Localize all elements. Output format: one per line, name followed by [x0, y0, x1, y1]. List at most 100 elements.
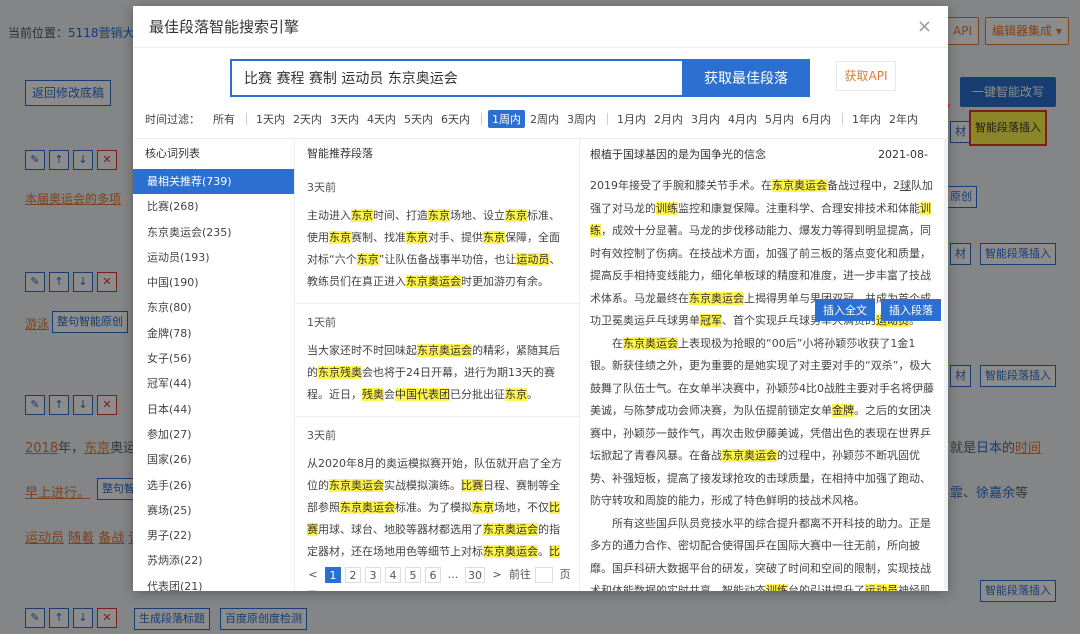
text-segment: 当大家还时不时回味起: [307, 344, 417, 357]
page-button[interactable]: 3: [365, 567, 381, 583]
keyword-item[interactable]: 参加(27): [133, 422, 294, 447]
keyword-highlight: 东京: [505, 388, 527, 401]
insert-paragraph-button[interactable]: 插入段落: [881, 299, 941, 321]
page-button[interactable]: 6: [425, 567, 441, 583]
keyword-item[interactable]: 运动员(193): [133, 245, 294, 270]
keyword-highlight: 东京: [483, 231, 505, 244]
modal-title: 最佳段落智能搜索引擎: [149, 18, 300, 36]
page-jump-input[interactable]: [535, 567, 553, 583]
keyword-highlight: 训练: [766, 584, 788, 591]
text-segment: 在: [590, 336, 623, 350]
text-segment: 。: [538, 545, 549, 558]
keyword-highlight: 中国代表团: [395, 388, 450, 401]
get-best-paragraph-button[interactable]: 获取最佳段落: [682, 59, 810, 97]
time-filter-option[interactable]: 4天内: [364, 111, 399, 127]
paragraph-time: 3天前: [307, 181, 336, 194]
text-segment: 时间、打造: [373, 209, 428, 222]
keyword-highlight: 东京: [329, 231, 351, 244]
paragraph-card[interactable]: 3天前 主动进入东京时间、打造东京场地、设立东京标准、使用东京赛制、找准东京对手、…: [295, 169, 579, 304]
time-filter-option[interactable]: 2月内: [651, 111, 686, 127]
text-segment: 对手、提供: [428, 231, 483, 244]
keyword-item[interactable]: 比赛(268): [133, 194, 294, 219]
keyword-item[interactable]: 男子(22): [133, 523, 294, 548]
text-segment: 赛制、找准: [351, 231, 406, 244]
next-page-button[interactable]: >: [489, 567, 505, 583]
keyword-item[interactable]: 赛场(25): [133, 498, 294, 523]
time-filter-label: 时间过滤：: [145, 113, 200, 126]
text-segment: 场地、设立: [450, 209, 505, 222]
keyword-item[interactable]: 中国(190): [133, 270, 294, 295]
time-filter-option[interactable]: 3周内: [564, 111, 599, 127]
text-segment: 时更加游刃有余。: [461, 275, 549, 288]
filter-separator: [842, 113, 843, 125]
keyword-highlight: 东京: [505, 209, 527, 222]
pagination-ellipsis: ...: [447, 568, 459, 581]
last-page-button[interactable]: 30: [465, 567, 485, 583]
search-bar: 获取最佳段落: [230, 59, 810, 97]
close-icon[interactable]: ×: [917, 16, 932, 37]
paragraph-text: 主动进入东京时间、打造东京场地、设立东京标准、使用东京赛制、找准东京对手、提供东…: [307, 205, 567, 293]
time-filter-option[interactable]: 2周内: [527, 111, 562, 127]
text-segment: 球: [900, 179, 911, 192]
text-segment: 备战过程中，2: [827, 179, 900, 192]
text-segment: 2019年接受了手腕和膝关节手术。在: [590, 179, 772, 192]
keyword-item[interactable]: 日本(44): [133, 397, 294, 422]
filter-separator: [607, 113, 608, 125]
page-button[interactable]: 5: [405, 567, 421, 583]
keyword-item[interactable]: 最相关推荐(739): [133, 169, 294, 195]
time-filter-option[interactable]: 5月内: [762, 111, 797, 127]
page-unit-label: 页: [559, 568, 571, 581]
scrollbar[interactable]: [944, 139, 948, 589]
time-filter-option[interactable]: 1月内: [614, 111, 649, 127]
time-filter-option[interactable]: 1周内: [488, 110, 525, 128]
page-button[interactable]: 4: [385, 567, 401, 583]
page-button[interactable]: 2: [345, 567, 361, 583]
insert-actions: 插入全文 插入段落: [815, 299, 941, 321]
page-button[interactable]: 1: [325, 567, 341, 583]
keyword-highlight: 金牌: [832, 404, 854, 417]
time-filter-option[interactable]: 4月内: [725, 111, 760, 127]
keyword-highlight: 东京奥运会: [689, 291, 744, 305]
time-filter-option[interactable]: 2年内: [886, 111, 921, 127]
time-filter-option[interactable]: 1年内: [849, 111, 884, 127]
text-segment: 场地，不仅: [494, 501, 549, 514]
time-filter-option[interactable]: 6天内: [438, 111, 473, 127]
paragraph-time: 3天前: [307, 429, 336, 442]
time-filter-option[interactable]: 3天内: [327, 111, 362, 127]
keyword-highlight: 东京残奥: [318, 366, 362, 379]
time-filter-option[interactable]: 5天内: [401, 111, 436, 127]
time-filter-option[interactable]: 3月内: [688, 111, 723, 127]
keyword-item[interactable]: 女子(56): [133, 346, 294, 371]
keyword-highlight: 东京奥运会: [722, 449, 777, 462]
keyword-highlight: 比赛: [461, 479, 483, 492]
keyword-highlight: 东京奥运会: [406, 275, 461, 288]
keyword-highlight: 东京奥运会: [483, 523, 538, 536]
keyword-highlight: 训练: [656, 201, 678, 215]
time-filter-option[interactable]: 2天内: [290, 111, 325, 127]
paragraph-card[interactable]: 3天前 从2020年8月的奥运模拟赛开始，队伍就开启了全方位的东京奥运会实战模拟演…: [295, 417, 579, 591]
recommended-paragraphs: 智能推荐段落 3天前 主动进入东京时间、打造东京场地、设立东京标准、使用东京赛制、…: [295, 139, 580, 591]
pagination: < 123456 ... 30 > 前往 页: [305, 567, 573, 583]
keyword-item[interactable]: 代表团(21): [133, 574, 294, 591]
prev-page-button[interactable]: <: [305, 567, 321, 583]
insert-full-text-button[interactable]: 插入全文: [815, 299, 875, 321]
time-filter-option[interactable]: 所有: [210, 111, 238, 127]
keyword-item[interactable]: 东京奥运会(235): [133, 220, 294, 245]
text-segment: 会: [384, 388, 395, 401]
paragraph-card[interactable]: 1天前 当大家还时不时回味起东京奥运会的精彩，紧随其后的东京残奥会也将于24日开幕…: [295, 304, 579, 417]
keyword-item[interactable]: 东京(80): [133, 295, 294, 320]
get-api-button[interactable]: 获取API: [836, 61, 896, 91]
keyword-item[interactable]: 国家(26): [133, 447, 294, 472]
time-filter-option[interactable]: 6月内: [799, 111, 834, 127]
keyword-item[interactable]: 冠军(44): [133, 371, 294, 396]
keyword-item[interactable]: 选手(26): [133, 473, 294, 498]
article-body: 2019年接受了手腕和膝关节手术。在东京奥运会备战过程中，2球队加强了对马龙的训…: [580, 169, 948, 591]
search-input[interactable]: [230, 59, 682, 97]
keyword-item[interactable]: 金牌(78): [133, 321, 294, 346]
keyword-list: 核心词列表 最相关推荐(739) 比赛(268) 东京奥运会(235) 运动员(193…: [133, 139, 295, 591]
time-filter: 时间过滤： 所有 1天内 2天内 3天内 4天内 5天内 6天内 1周内 2周内 3周内 1月内 2月…: [145, 109, 923, 129]
keyword-item[interactable]: 苏炳添(22): [133, 548, 294, 573]
text-segment: 台的引进提升了: [788, 584, 865, 591]
keyword-list-header: 核心词列表: [145, 147, 200, 160]
time-filter-option[interactable]: 1天内: [253, 111, 288, 127]
